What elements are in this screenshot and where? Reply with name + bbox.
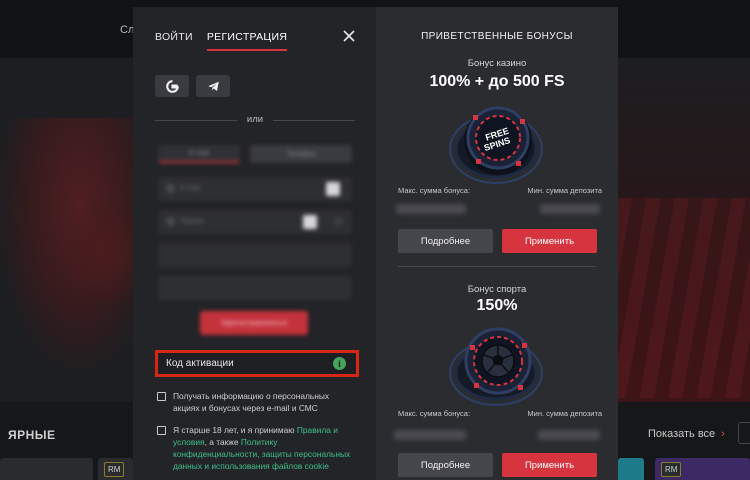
tab-login[interactable]: ВОЙТИ <box>155 31 193 51</box>
game-card[interactable] <box>618 458 644 480</box>
hero-art-right <box>618 58 750 402</box>
lock-icon <box>166 217 175 226</box>
blurred-form: E-mail Телефон E-mail Пароль Зарегистрир… <box>155 145 355 341</box>
sport-max-bonus-label: Макс. сумма бонуса: <box>398 409 471 418</box>
promo-code-input[interactable]: Код активации i <box>160 355 354 372</box>
casino-max-bonus-label: Макс. сумма бонуса: <box>398 186 471 195</box>
casino-bonus-subtitle: Бонус казино <box>467 58 527 69</box>
mail-icon <box>166 184 175 193</box>
divider-line <box>273 120 355 121</box>
casino-max-bonus-value-blurred <box>396 204 466 214</box>
tab-phone-method[interactable]: Телефон <box>250 145 352 163</box>
sport-min-deposit-value-blurred <box>538 430 600 440</box>
sport-max-bonus-value-blurred <box>394 430 466 440</box>
close-button[interactable] <box>342 29 356 43</box>
registration-modal: ВОЙТИ РЕГИСТРАЦИЯ или E-mail Телефон E-m… <box>133 7 618 480</box>
autofill-icon <box>326 182 340 196</box>
email-field[interactable]: E-mail <box>158 177 352 201</box>
info-icon[interactable]: i <box>333 357 346 370</box>
google-icon <box>165 79 179 93</box>
google-login-button[interactable] <box>155 75 189 97</box>
eye-icon[interactable] <box>334 217 343 226</box>
news-consent-checkbox[interactable] <box>157 392 166 401</box>
close-icon <box>343 30 355 42</box>
telegram-icon <box>207 81 219 91</box>
free-spins-chip-image: FREE SPINS <box>449 106 543 184</box>
sport-bonus-subtitle: Бонус спорта <box>467 284 527 295</box>
sport-chip-image <box>449 327 543 406</box>
autofill-icon <box>303 215 317 229</box>
section-title-popular: ЯРНЫЕ <box>8 428 56 442</box>
terms-consent-text: Я старше 18 лет, и я принимаю Правила и … <box>173 424 357 472</box>
registration-panel: ВОЙТИ РЕГИСТРАЦИЯ или E-mail Телефон E-m… <box>133 7 376 480</box>
game-card[interactable]: RM <box>98 458 133 480</box>
sport-bonus-details-button[interactable]: Подробнее <box>398 453 493 477</box>
promo-code-highlight: Код активации i <box>155 350 359 377</box>
bonus-divider <box>398 266 596 267</box>
news-consent-row: Получать информацию о персональных акция… <box>157 390 357 414</box>
casino-bonus-amount: 100% + до 500 FS <box>429 73 565 90</box>
telegram-login-button[interactable] <box>196 75 230 97</box>
carousel-next-button[interactable] <box>738 422 750 444</box>
sport-bonus-apply-button[interactable]: Применить <box>502 453 597 477</box>
show-all-label: Показать все <box>648 428 716 440</box>
terms-consent-row: Я старше 18 лет, и я принимаю Правила и … <box>157 424 357 472</box>
terms-text-before: Я старше 18 лет, и я принимаю <box>173 425 297 435</box>
chevron-right-icon: › <box>721 428 725 440</box>
welcome-bonuses-panel: ПРИВЕТСТВЕННЫЕ БОНУСЫ Бонус казино 100% … <box>376 7 618 480</box>
terms-consent-checkbox[interactable] <box>157 426 166 435</box>
tab-email-method[interactable]: E-mail <box>158 145 240 163</box>
currency-select[interactable] <box>158 243 352 267</box>
email-field-label: E-mail <box>180 185 200 192</box>
register-button[interactable]: Зарегистрироваться <box>200 311 308 335</box>
or-divider: или <box>155 114 355 126</box>
sport-min-deposit-label: Мин. сумма депозита <box>527 409 602 418</box>
game-card-tag: RM <box>661 462 682 477</box>
country-select[interactable] <box>158 276 352 300</box>
casino-min-deposit-value-blurred <box>540 204 600 214</box>
password-field-label: Пароль <box>180 218 205 225</box>
password-field[interactable]: Пароль <box>158 210 352 234</box>
game-card[interactable] <box>0 458 93 480</box>
game-card[interactable]: RM <box>655 458 750 480</box>
tab-registration[interactable]: РЕГИСТРАЦИЯ <box>206 31 288 51</box>
casino-bonus-details-button[interactable]: Подробнее <box>398 229 493 253</box>
terms-text-middle: , а также <box>204 437 241 447</box>
news-consent-text: Получать информацию о персональных акция… <box>173 391 330 413</box>
promo-code-placeholder: Код активации <box>166 358 234 369</box>
game-card-tag: RM <box>104 462 125 477</box>
show-all-link[interactable]: Показать все › <box>648 428 725 440</box>
auth-tabs: ВОЙТИ РЕГИСТРАЦИЯ <box>155 31 288 51</box>
welcome-bonuses-title: ПРИВЕТСТВЕННЫЕ БОНУСЫ <box>421 31 573 42</box>
casino-bonus-apply-button[interactable]: Применить <box>502 229 597 253</box>
casino-min-deposit-label: Мин. сумма депозита <box>527 186 602 195</box>
